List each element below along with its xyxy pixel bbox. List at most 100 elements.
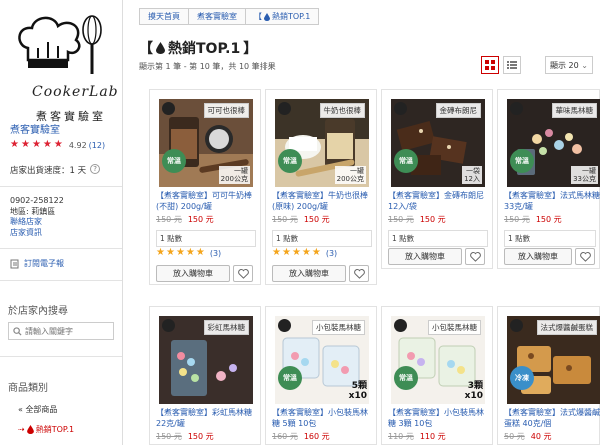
product-image[interactable]: 牛奶也很棒 常溫 一罐 200公克 <box>275 99 369 187</box>
product-rating: ★ ★ ★ ★ ★ (3) <box>156 248 221 258</box>
storage-badge: 常溫 <box>162 149 186 173</box>
cart-actions: 放入購物車 <box>388 248 485 265</box>
product-card[interactable]: 華味馬林糖 常溫 一罐 33公克 【煮客實驗室】法式馬林糖 33克/罐 150 … <box>497 89 600 269</box>
grid-view-button[interactable] <box>481 56 499 74</box>
product-card[interactable]: 彩虹馬林糖 【煮客實驗室】彩虹馬林糖 22克/罐 150 元 150 元 <box>149 306 261 445</box>
product-card[interactable]: 小包裝馬林糖 常溫 3顆 x10 【煮客實驗室】小包裝馬林糖 3顆 10包 11… <box>381 306 493 445</box>
store-contact: 0902-258122 地區: 莉鎮區 聯絡店家 店家資訊 <box>10 196 64 238</box>
product-title-link[interactable]: 【煮客實驗室】金磚布朗尼 12入/袋 <box>388 190 488 212</box>
store-info-link[interactable]: 店家資訊 <box>10 228 64 239</box>
original-price: 160 元 <box>272 432 298 441</box>
original-price: 150 元 <box>388 215 414 224</box>
product-title-link[interactable]: 【煮客實驗室】牛奶也很棒(原味) 200g/罐 <box>272 190 372 212</box>
main-content: 摸天首頁 煮客實驗室 【 熱銷TOP.1 【 熱銷TOP.1 】 顯示第 1 筆… <box>123 0 600 445</box>
sale-price: 40 元 <box>530 432 552 441</box>
review-count-link[interactable]: (3) <box>326 249 337 258</box>
favorite-button[interactable] <box>233 265 253 282</box>
original-price: 110 元 <box>388 432 414 441</box>
brand-badge-icon <box>278 102 291 115</box>
favorite-button[interactable] <box>349 265 369 282</box>
result-count: 顯示第 1 筆 - 第 10 筆，共 10 筆排果 <box>139 62 276 71</box>
category-top-sellers[interactable]: ⇢ 熱銷TOP.1 <box>18 424 74 435</box>
product-card[interactable]: 法式爆醬鹹蛋糕 冷凍 【煮客實驗室】法式爆醬鹹蛋糕 40克/個 50 元 40 … <box>497 306 600 445</box>
points-badge: 1 點數 <box>504 230 596 247</box>
product-title-link[interactable]: 【煮客實驗室】可可牛奶棒(不甜) 200g/罐 <box>156 190 256 212</box>
favorite-button[interactable] <box>575 248 595 265</box>
product-image[interactable]: 小包裝馬林糖 常溫 5顆 x10 <box>275 316 369 404</box>
product-image[interactable]: 華味馬林糖 常溫 一罐 33公克 <box>507 99 600 187</box>
product-title-link[interactable]: 【煮客實驗室】小包裝馬林糖 3顆 10包 <box>388 407 488 429</box>
store-search-box[interactable] <box>8 322 114 340</box>
product-card[interactable]: 牛奶也很棒 常溫 一罐 200公克 【煮客實驗室】牛奶也很棒(原味) 200g/… <box>265 89 377 285</box>
sale-price: 150 元 <box>303 215 330 224</box>
product-title-link[interactable]: 【煮客實驗室】法式爆醬鹹蛋糕 40克/個 <box>504 407 600 429</box>
subscribe-newsletter[interactable]: 訂閱電子報 <box>10 258 64 269</box>
drop-icon <box>26 425 34 434</box>
category-all-products[interactable]: « 全部商品 <box>18 404 57 415</box>
price-row: 150 元 150 元 <box>156 214 214 225</box>
cart-actions: 放入購物車 <box>156 265 253 282</box>
add-to-cart-button[interactable]: 放入購物車 <box>156 265 230 282</box>
edit-icon <box>10 259 19 268</box>
store-search-title: 於店家內搜尋 <box>8 306 68 317</box>
product-image-label: 金磚布朗尼 <box>435 103 481 118</box>
product-card[interactable]: 金磚布朗尼 常溫 一袋 12入 【煮客實驗室】金磚布朗尼 12入/袋 150 元… <box>381 89 493 269</box>
price-row: 150 元 150 元 <box>504 214 562 225</box>
star-icon: ★ <box>165 247 175 258</box>
storage-badge: 冷凍 <box>510 366 534 390</box>
product-image[interactable]: 金磚布朗尼 常溫 一袋 12入 <box>391 99 485 187</box>
add-to-cart-button[interactable]: 放入購物車 <box>272 265 346 282</box>
brand-badge-icon <box>278 319 291 332</box>
list-icon <box>507 61 517 69</box>
product-title-link[interactable]: 【煮客實驗室】法式馬林糖 33克/罐 <box>504 190 600 212</box>
product-image[interactable]: 小包裝馬林糖 常溫 3顆 x10 <box>391 316 485 404</box>
storage-badge: 常溫 <box>278 366 302 390</box>
product-image[interactable]: 彩虹馬林糖 <box>159 316 253 404</box>
add-to-cart-button[interactable]: 放入購物車 <box>504 248 572 265</box>
store-search-input[interactable] <box>25 326 111 336</box>
favorite-button[interactable] <box>465 248 485 265</box>
sale-price: 110 元 <box>419 432 446 441</box>
brand-badge-icon <box>510 319 523 332</box>
product-title-link[interactable]: 【煮客實驗室】彩虹馬林糖 22克/罐 <box>156 407 256 429</box>
store-rating: ★ ★ ★ ★ ★ 4.92 (12) <box>10 140 105 150</box>
original-price: 150 元 <box>156 432 182 441</box>
price-row: 150 元 150 元 <box>388 214 446 225</box>
store-name-link[interactable]: 煮客實驗室 <box>10 121 60 136</box>
price-row: 150 元 150 元 <box>156 431 214 442</box>
per-page-select[interactable]: 顯示 20 ⌄ <box>545 56 593 74</box>
price-row: 160 元 160 元 <box>272 431 330 442</box>
contact-store-link[interactable]: 聯絡店家 <box>10 217 64 228</box>
breadcrumb-current[interactable]: 【 熱銷TOP.1 <box>245 8 320 25</box>
page-title: 【 熱銷TOP.1 】 <box>139 38 257 58</box>
rating-count-link[interactable]: (12) <box>89 141 105 150</box>
breadcrumb-home[interactable]: 摸天首頁 <box>139 8 189 25</box>
product-card[interactable]: 可可也很棒 常溫 一罐 200公克 【煮客實驗室】可可牛奶棒(不甜) 200g/… <box>149 89 261 285</box>
breadcrumb-store[interactable]: 煮客實驗室 <box>188 8 246 25</box>
help-icon[interactable]: ? <box>90 164 101 174</box>
cart-actions: 放入購物車 <box>272 265 369 282</box>
store-sidebar: CookerLab 煮客實驗室 煮客實驗室 ★ ★ ★ ★ ★ 4.92 (12… <box>0 0 123 445</box>
product-rating: ★ ★ ★ ★ ★ (3) <box>272 248 337 258</box>
bracket: 【 <box>254 12 262 21</box>
more-icon[interactable]: ⋮ <box>596 60 600 71</box>
search-icon <box>13 326 22 336</box>
title-bracket-open: 【 <box>139 41 153 57</box>
add-to-cart-button[interactable]: 放入購物車 <box>388 248 462 265</box>
product-card[interactable]: 小包裝馬林糖 常溫 5顆 x10 【煮客實驗室】小包裝馬林糖 5顆 10包 16… <box>265 306 377 445</box>
storage-badge: 常溫 <box>394 366 418 390</box>
product-image[interactable]: 可可也很棒 常溫 一罐 200公克 <box>159 99 253 187</box>
sale-price: 150 元 <box>535 215 562 224</box>
store-logo[interactable]: CookerLab 煮客實驗室 <box>10 12 118 123</box>
product-image-label: 小包裝馬林糖 <box>312 320 365 335</box>
points-badge: 1 點數 <box>388 230 488 247</box>
product-spec: 一袋 12入 <box>462 166 482 184</box>
product-image-label: 牛奶也很棒 <box>319 103 365 118</box>
breadcrumb-current-label: 熱銷TOP.1 <box>272 12 311 21</box>
product-title-link[interactable]: 【煮客實驗室】小包裝馬林糖 5顆 10包 <box>272 407 372 429</box>
product-image[interactable]: 法式爆醬鹹蛋糕 冷凍 <box>507 316 600 404</box>
heart-icon <box>579 251 591 262</box>
list-view-button[interactable] <box>503 56 521 74</box>
rating-score: 4.92 <box>68 140 87 150</box>
review-count-link[interactable]: (3) <box>210 249 221 258</box>
